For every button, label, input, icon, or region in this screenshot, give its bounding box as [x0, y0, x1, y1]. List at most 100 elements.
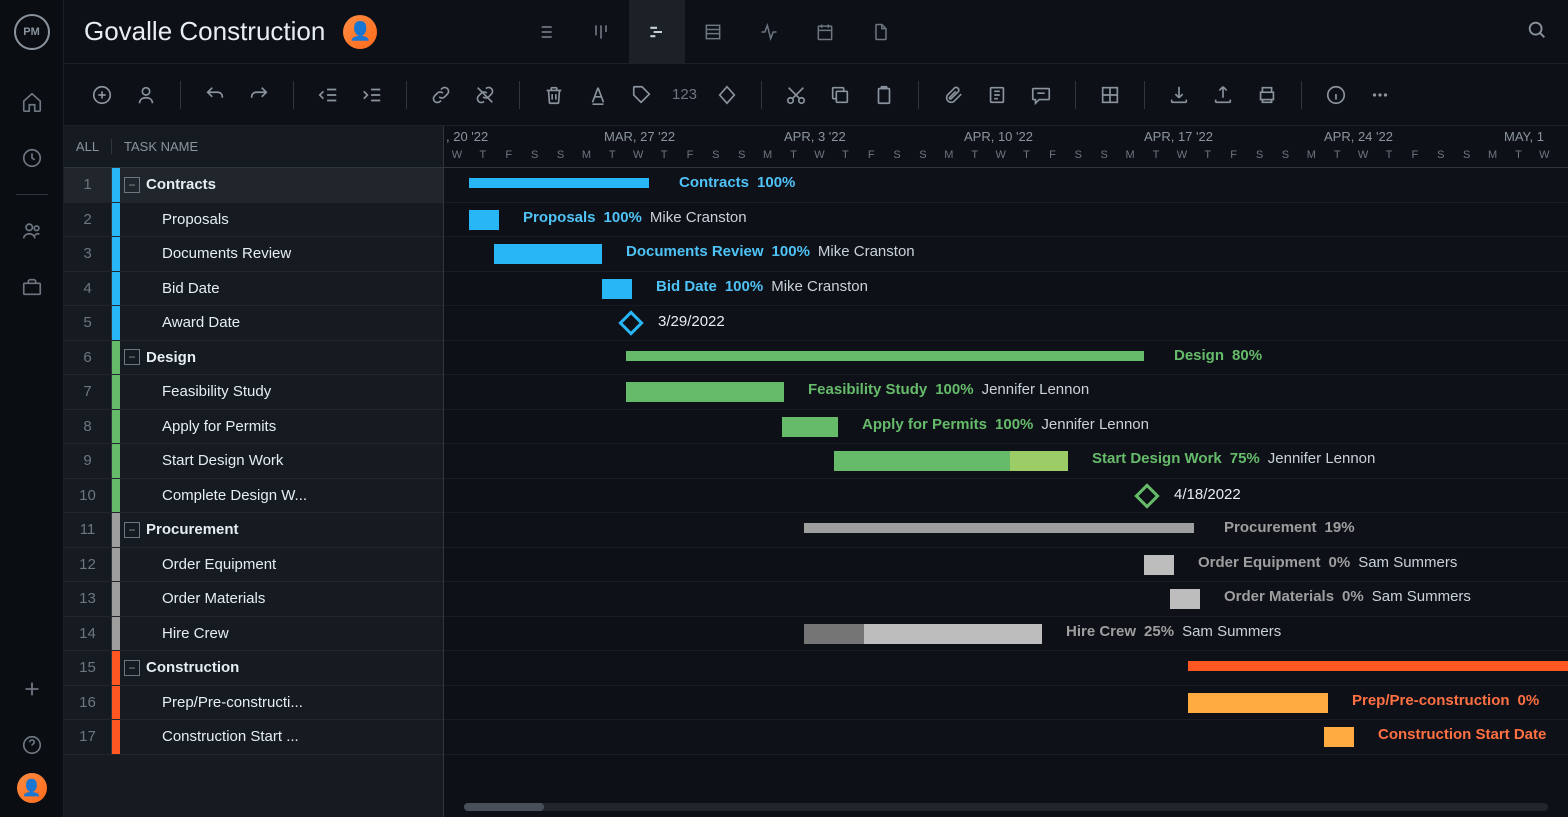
- task-row[interactable]: 12 Order Equipment: [64, 548, 443, 583]
- task-bar[interactable]: [494, 244, 602, 264]
- row-color-bar: [112, 686, 120, 720]
- task-row[interactable]: 14 Hire Crew: [64, 617, 443, 652]
- bar-assignee: Sam Summers: [1182, 623, 1281, 640]
- bar-name: Design: [1174, 347, 1224, 364]
- row-color-bar: [112, 272, 120, 306]
- task-bar[interactable]: [782, 417, 838, 437]
- link-button[interactable]: [427, 81, 455, 109]
- task-bar[interactable]: [602, 279, 632, 299]
- summary-bar[interactable]: [804, 523, 1194, 533]
- comment-button[interactable]: [1027, 81, 1055, 109]
- task-row[interactable]: 6 − Design: [64, 341, 443, 376]
- task-row[interactable]: 16 Prep/Pre-constructi...: [64, 686, 443, 721]
- redo-button[interactable]: [245, 81, 273, 109]
- calendar-view-tab[interactable]: [797, 0, 853, 64]
- task-bar[interactable]: [1144, 555, 1174, 575]
- file-view-tab[interactable]: [853, 0, 909, 64]
- tag-button[interactable]: [628, 81, 656, 109]
- collapse-toggle[interactable]: −: [124, 349, 140, 365]
- gantt-view-tab[interactable]: [629, 0, 685, 64]
- briefcase-icon[interactable]: [12, 267, 52, 307]
- export-button[interactable]: [1209, 81, 1237, 109]
- task-row[interactable]: 9 Start Design Work: [64, 444, 443, 479]
- list-view-tab[interactable]: [517, 0, 573, 64]
- task-row[interactable]: 13 Order Materials: [64, 582, 443, 617]
- unlink-button[interactable]: [471, 81, 499, 109]
- columns-button[interactable]: [1096, 81, 1124, 109]
- task-bar[interactable]: [804, 624, 1042, 644]
- text-format-button[interactable]: [584, 81, 612, 109]
- user-avatar-small[interactable]: 👤: [17, 773, 47, 803]
- collapse-toggle[interactable]: −: [124, 522, 140, 538]
- task-row[interactable]: 3 Documents Review: [64, 237, 443, 272]
- task-row[interactable]: 4 Bid Date: [64, 272, 443, 307]
- col-taskname-header[interactable]: TASK NAME: [112, 139, 443, 154]
- horizontal-scrollbar[interactable]: [464, 803, 1548, 811]
- gantt-row: Prep/Pre-construction 0%: [444, 686, 1568, 721]
- sheet-view-tab[interactable]: [685, 0, 741, 64]
- team-icon[interactable]: [12, 211, 52, 251]
- plus-icon[interactable]: [12, 669, 52, 709]
- clock-icon[interactable]: [12, 138, 52, 178]
- gantt-row: 3/29/2022: [444, 306, 1568, 341]
- undo-button[interactable]: [201, 81, 229, 109]
- gantt-row: Bid Date 100% Mike Cranston: [444, 272, 1568, 307]
- notes-button[interactable]: [983, 81, 1011, 109]
- paste-button[interactable]: [870, 81, 898, 109]
- user-avatar[interactable]: 👤: [343, 15, 377, 49]
- board-view-tab[interactable]: [573, 0, 629, 64]
- bar-percent: 80%: [1232, 347, 1262, 364]
- gantt-row: Construction Start Date: [444, 720, 1568, 755]
- import-button[interactable]: [1165, 81, 1193, 109]
- info-button[interactable]: [1322, 81, 1350, 109]
- task-bar[interactable]: [1170, 589, 1200, 609]
- summary-bar[interactable]: [626, 351, 1144, 361]
- cut-button[interactable]: [782, 81, 810, 109]
- more-button[interactable]: [1366, 81, 1394, 109]
- milestone-diamond[interactable]: [1134, 483, 1159, 508]
- row-number: 4: [64, 272, 112, 306]
- summary-bar[interactable]: [469, 178, 649, 188]
- gantt-row: Feasibility Study 100% Jennifer Lennon: [444, 375, 1568, 410]
- assign-button[interactable]: [132, 81, 160, 109]
- task-row[interactable]: 8 Apply for Permits: [64, 410, 443, 445]
- collapse-toggle[interactable]: −: [124, 177, 140, 193]
- print-button[interactable]: [1253, 81, 1281, 109]
- row-color-bar: [112, 341, 120, 375]
- indent-button[interactable]: [358, 81, 386, 109]
- home-icon[interactable]: [12, 82, 52, 122]
- task-row[interactable]: 10 Complete Design W...: [64, 479, 443, 514]
- activity-view-tab[interactable]: [741, 0, 797, 64]
- task-row[interactable]: 5 Award Date: [64, 306, 443, 341]
- task-header: ALL TASK NAME: [64, 126, 443, 168]
- bar-percent: 100%: [772, 243, 810, 260]
- gantt-panel[interactable]: , 20 '22MAR, 27 '22APR, 3 '22APR, 10 '22…: [444, 126, 1568, 817]
- attachment-button[interactable]: [939, 81, 967, 109]
- search-icon[interactable]: [1526, 19, 1548, 44]
- milestone-button[interactable]: [713, 81, 741, 109]
- summary-bar[interactable]: [1188, 661, 1568, 671]
- add-task-button[interactable]: [88, 81, 116, 109]
- task-row[interactable]: 11 − Procurement: [64, 513, 443, 548]
- task-bar[interactable]: [469, 210, 499, 230]
- task-bar[interactable]: [1188, 693, 1328, 713]
- task-bar[interactable]: [1324, 727, 1354, 747]
- task-row[interactable]: 7 Feasibility Study: [64, 375, 443, 410]
- task-row[interactable]: 2 Proposals: [64, 203, 443, 238]
- task-row[interactable]: 15 − Construction: [64, 651, 443, 686]
- delete-button[interactable]: [540, 81, 568, 109]
- task-bar[interactable]: [626, 382, 784, 402]
- bar-percent: 100%: [995, 416, 1033, 433]
- gantt-body[interactable]: Contracts 100% Proposals 100% Mike Crans…: [444, 168, 1568, 755]
- collapse-toggle[interactable]: −: [124, 660, 140, 676]
- copy-button[interactable]: [826, 81, 854, 109]
- outdent-button[interactable]: [314, 81, 342, 109]
- task-bar[interactable]: [834, 451, 1068, 471]
- task-row[interactable]: 1 − Contracts: [64, 168, 443, 203]
- task-name: Apply for Permits: [162, 418, 443, 435]
- task-row[interactable]: 17 Construction Start ...: [64, 720, 443, 755]
- milestone-diamond[interactable]: [618, 310, 643, 335]
- help-icon[interactable]: [12, 725, 52, 765]
- col-all-header[interactable]: ALL: [64, 139, 112, 154]
- bar-name: Construction Start Date: [1378, 726, 1546, 743]
